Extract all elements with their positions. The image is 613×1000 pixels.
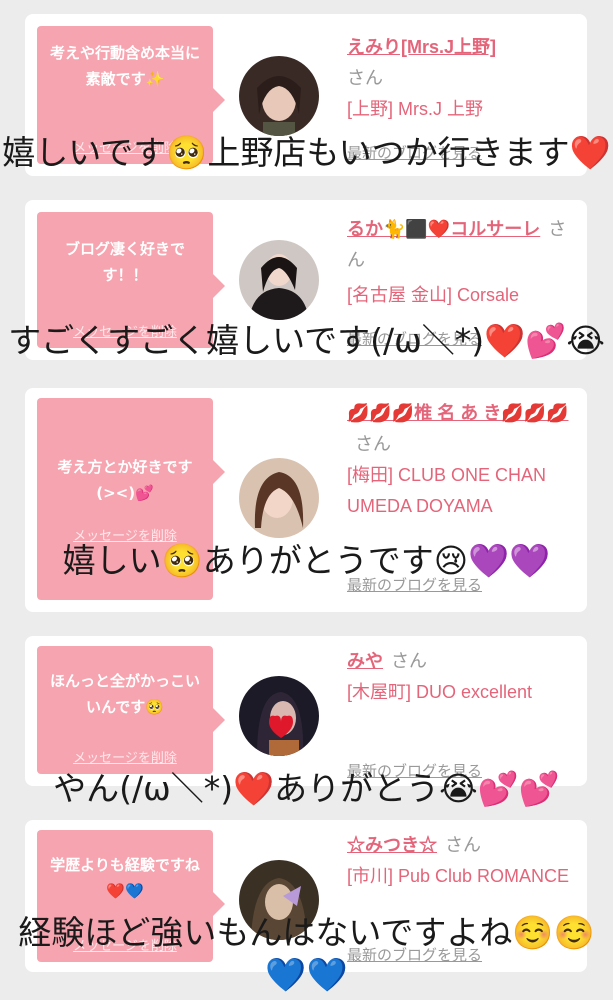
overlay-caption-3: 嬉しい🥺ありがとうです😢💜💜: [0, 540, 613, 582]
profile-info: るか🐈⬛❤️コルサーレ さん [名古屋 金山] Corsale: [347, 214, 572, 311]
profile-info: みや さん [木屋町] DUO excellent: [347, 646, 572, 708]
overlay-caption-1: 嬉しいです🥺上野店もいつか行きます❤️: [0, 132, 613, 174]
message-text: ブログ凄く好きです！！: [64, 240, 185, 284]
profile-name-link[interactable]: るか🐈⬛❤️コルサーレ: [347, 219, 540, 239]
message-text: 考え方とか好きです(><)💕: [57, 458, 193, 502]
overlay-caption-5: 経験ほど強いもんはないですよね☺️☺️💙💙: [0, 912, 613, 996]
shop-label: [梅田] CLUB ONE CHAN UMEDA DOYAMA: [347, 465, 547, 516]
message-text: 考えや行動含め本当に素敵です✨: [49, 44, 200, 88]
shop-label: [上野] Mrs.J 上野: [347, 99, 483, 119]
shop-label: [木屋町] DUO excellent: [347, 682, 533, 702]
overlay-text: やん(/ω＼*)❤️ありがとう😭💕💕: [53, 769, 560, 808]
shop-label: [市川] Pub Club ROMANCE: [347, 866, 570, 886]
san-suffix: さん: [355, 434, 391, 454]
san-suffix: さん: [445, 835, 481, 855]
profile-info: 💋💋💋椎 名 あ き💋💋💋 さん [梅田] CLUB ONE CHAN UMEDA…: [347, 398, 572, 522]
profile-info: えみり[Mrs.J上野] さん [上野] Mrs.J 上野: [347, 32, 572, 125]
overlay-text: すごくすごく嬉しいです(/ω＼*)❤️💕😭: [8, 321, 605, 360]
overlay-text: 嬉しいです🥺上野店もいつか行きます❤️: [2, 133, 611, 172]
shop-label: [名古屋 金山] Corsale: [347, 285, 520, 305]
message-bubble: ほんっと全がかっこいいんです🥺 メッセージを削除: [37, 646, 225, 774]
profile-name-link[interactable]: 💋💋💋椎 名 あ き💋💋💋: [347, 403, 568, 423]
overlay-caption-2: すごくすごく嬉しいです(/ω＼*)❤️💕😭: [0, 320, 613, 362]
avatar[interactable]: [239, 56, 319, 136]
overlay-caption-4: やん(/ω＼*)❤️ありがとう😭💕💕: [0, 768, 613, 810]
avatar[interactable]: [239, 240, 319, 320]
san-suffix: さん: [391, 651, 427, 671]
message-text: 学歴よりも経験ですね❤️💙: [50, 856, 200, 900]
profile-info: ☆みつき☆ さん [市川] Pub Club ROMANCE: [347, 830, 572, 892]
overlay-text: 嬉しい🥺ありがとうです😢💜💜: [62, 541, 551, 580]
delete-message-link[interactable]: メッセージを削除: [37, 747, 213, 766]
message-card-4: ほんっと全がかっこいいんです🥺 メッセージを削除 みや さん [木屋町] DUO …: [25, 636, 587, 786]
message-text: ほんっと全がかっこいいんです🥺: [49, 672, 200, 716]
profile-name-link[interactable]: みや: [347, 651, 383, 671]
avatar[interactable]: [239, 676, 319, 756]
san-suffix: さん: [347, 68, 383, 88]
profile-name-link[interactable]: ☆みつき☆: [347, 835, 437, 855]
profile-name-link[interactable]: えみり[Mrs.J上野]: [347, 37, 496, 57]
avatar[interactable]: [239, 458, 319, 538]
overlay-text: 経験ほど強いもんはないですよね☺️☺️💙💙: [18, 913, 595, 994]
